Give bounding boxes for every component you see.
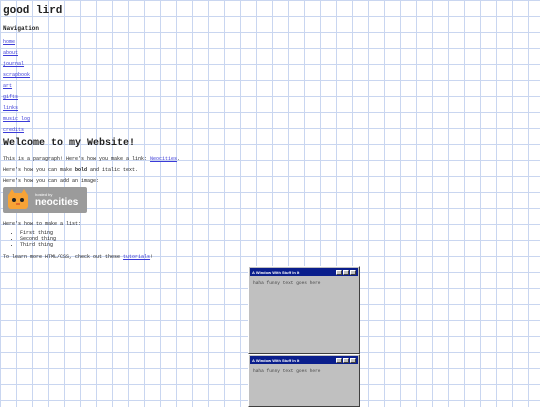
neocities-link[interactable]: Neocities (150, 156, 177, 162)
nav-link-credits[interactable]: credits (3, 125, 30, 136)
minimize-icon[interactable] (336, 269, 342, 275)
bold-text: bold (75, 167, 88, 173)
window-body: haha funny text goes here (253, 369, 321, 374)
neocities-badge[interactable]: hosted by neocities (3, 187, 87, 213)
paragraph-text: ! (150, 254, 154, 260)
close-icon[interactable] (350, 357, 356, 363)
navigation: home about journal scrapbook art gifts l… (3, 37, 30, 136)
badge-brand-text: neocities (35, 197, 79, 208)
paragraph-text: This is a paragraph! Here's how you make… (3, 156, 151, 162)
paragraph-bold: Here's how you can make bold and italic … (3, 167, 138, 173)
tutorials-link[interactable]: tutorials (123, 254, 150, 260)
window-controls (336, 269, 356, 275)
window-titlebar[interactable]: A Window With Stuff In It (250, 356, 358, 364)
nav-link-art[interactable]: art (3, 81, 30, 92)
window-2[interactable]: A Window With Stuff In It haha funny tex… (248, 354, 360, 407)
nav-link-journal[interactable]: journal (3, 59, 30, 70)
close-icon[interactable] (350, 269, 356, 275)
nav-link-scrapbook[interactable]: scrapbook (3, 70, 30, 81)
maximize-icon[interactable] (343, 357, 349, 363)
nav-link-links[interactable]: links (3, 103, 30, 114)
window-titlebar[interactable]: A Window With Stuff In It (250, 268, 358, 276)
window-controls (336, 357, 356, 363)
window-title: A Window With Stuff In It (252, 357, 300, 363)
minimize-icon[interactable] (336, 357, 342, 363)
nav-link-gifts[interactable]: gifts (3, 92, 30, 103)
paragraph-learn: To learn more HTML/CSS, check out these … (3, 254, 153, 260)
page-heading: Welcome to my Website! (3, 138, 136, 149)
nav-link-about[interactable]: about (3, 48, 30, 59)
paragraph-text: and italic text. (87, 167, 139, 173)
nav-heading: Navigation (3, 25, 40, 32)
maximize-icon[interactable] (343, 269, 349, 275)
window-body: haha funny text goes here (253, 281, 321, 286)
window-title: A Window With Stuff In It (252, 269, 300, 275)
window-1[interactable]: A Window With Stuff In It haha funny tex… (248, 266, 360, 354)
site-title: good lird (3, 5, 63, 17)
paragraph-link: This is a paragraph! Here's how you make… (3, 156, 180, 162)
paragraph-list: Here's how to make a list: (3, 221, 82, 227)
neocities-cat-icon (8, 189, 28, 209)
paragraph-text: To learn more HTML/CSS, check out these (3, 254, 124, 260)
paragraph-text: . (177, 156, 181, 162)
example-list: First thing Second thing Third thing (12, 230, 56, 248)
nav-link-music-log[interactable]: music log (3, 114, 30, 125)
paragraph-image: Here's how you can add an image: (3, 178, 100, 184)
list-item: Third thing (20, 242, 56, 248)
nav-link-home[interactable]: home (3, 37, 30, 48)
paragraph-text: Here's how you can make (3, 167, 76, 173)
